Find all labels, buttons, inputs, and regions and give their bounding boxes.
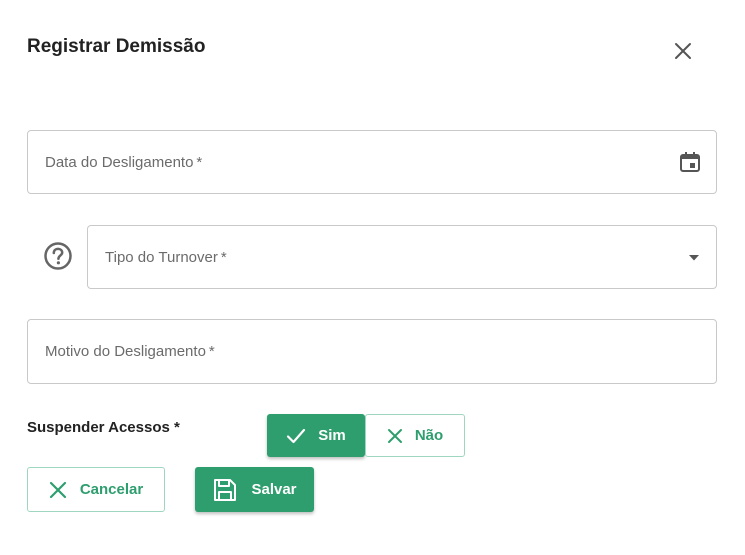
cancel-button[interactable]: Cancelar (27, 467, 165, 512)
registrar-demissao-dialog: Registrar Demissão Data do Desligamento *… (0, 0, 745, 555)
help-circle-icon[interactable] (43, 241, 73, 271)
calendar-icon[interactable] (678, 150, 702, 174)
motivo-desligamento-placeholder: Motivo do Desligamento * (45, 343, 215, 360)
suspender-nao-label: Não (414, 427, 444, 444)
save-label: Salvar (251, 481, 297, 498)
check-icon (287, 428, 306, 443)
chevron-down-icon[interactable] (688, 254, 700, 262)
dialog-title: Registrar Demissão (27, 36, 206, 57)
motivo-desligamento-field[interactable]: Motivo do Desligamento * (27, 319, 717, 384)
data-desligamento-field[interactable]: Data do Desligamento * (27, 130, 717, 194)
close-icon (675, 43, 691, 59)
data-desligamento-placeholder: Data do Desligamento * (45, 153, 203, 171)
close-button[interactable] (668, 36, 698, 66)
save-button[interactable]: Salvar (195, 467, 314, 512)
suspender-nao-button[interactable]: Não (365, 414, 465, 457)
suspender-acessos-label: Suspender Acessos * (27, 419, 180, 436)
cancel-label: Cancelar (79, 481, 144, 498)
x-icon (49, 481, 66, 498)
suspender-sim-button[interactable]: Sim (267, 414, 365, 457)
tipo-turnover-select[interactable]: Tipo do Turnover * (87, 225, 717, 289)
suspender-sim-label: Sim (318, 427, 346, 444)
x-icon (387, 428, 402, 443)
tipo-turnover-placeholder: Tipo do Turnover * (105, 248, 227, 266)
save-icon (214, 478, 237, 501)
